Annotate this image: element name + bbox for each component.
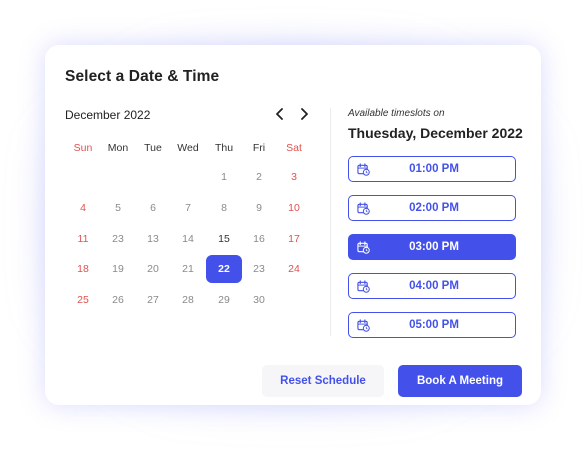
- column-divider: [330, 108, 331, 336]
- calendar-day[interactable]: 17: [276, 225, 312, 253]
- timeslot-label: 03:00 PM: [409, 241, 459, 253]
- calendar-day[interactable]: 25: [65, 286, 101, 314]
- available-timeslots-label: Available timeslots on: [348, 108, 445, 119]
- timeslot-button[interactable]: 01:00 PM: [348, 156, 516, 182]
- calendar-day[interactable]: 21: [170, 255, 206, 283]
- calendar-day[interactable]: 29: [206, 286, 242, 314]
- month-label: December 2022: [65, 108, 151, 122]
- calendar-day[interactable]: 20: [135, 255, 171, 283]
- next-month-button[interactable]: [296, 104, 312, 124]
- weekday-fri: Fri: [252, 142, 266, 154]
- calendar-day[interactable]: 15: [206, 225, 242, 253]
- calendar-day[interactable]: 11: [65, 225, 101, 253]
- calendar-day[interactable]: 3: [276, 163, 312, 191]
- calendar-day[interactable]: 6: [135, 194, 171, 222]
- calendar-day[interactable]: 2: [241, 163, 277, 191]
- calendar-day[interactable]: 9: [241, 194, 277, 222]
- timeslot-button[interactable]: 02:00 PM: [348, 195, 516, 221]
- weekday-tue: Tue: [144, 142, 162, 154]
- selected-date-heading: Thuesday, December 2022: [348, 125, 523, 141]
- calendar-day[interactable]: 27: [135, 286, 171, 314]
- calendar-day[interactable]: 5: [100, 194, 136, 222]
- chevron-right-icon: [301, 108, 308, 120]
- weekday-wed: Wed: [177, 142, 199, 154]
- calendar-day[interactable]: 18: [65, 255, 101, 283]
- calendar-day[interactable]: 28: [170, 286, 206, 314]
- calendar-day[interactable]: 22: [206, 255, 242, 283]
- page-title: Select a Date & Time: [65, 68, 220, 85]
- calendar-day[interactable]: 23: [241, 255, 277, 283]
- calendar-day[interactable]: 7: [170, 194, 206, 222]
- calendar-day[interactable]: 24: [276, 255, 312, 283]
- timeslot-label: 05:00 PM: [409, 319, 459, 331]
- calendar-day[interactable]: 8: [206, 194, 242, 222]
- weekday-sun: Sun: [73, 142, 93, 154]
- book-meeting-button[interactable]: Book A Meeting: [398, 365, 522, 397]
- calendar-day[interactable]: 4: [65, 194, 101, 222]
- timeslot-label: 02:00 PM: [409, 202, 459, 214]
- prev-month-button[interactable]: [272, 104, 288, 124]
- chevron-left-icon: [276, 108, 283, 120]
- timeslot-button[interactable]: 03:00 PM: [348, 234, 516, 260]
- calendar-day[interactable]: 10: [276, 194, 312, 222]
- weekday-thu: Thu: [214, 142, 234, 154]
- scheduler-card: Select a Date & Time December 2022 Sun Mo…: [45, 45, 541, 405]
- calendar-day[interactable]: 16: [241, 225, 277, 253]
- timeslot-button[interactable]: 04:00 PM: [348, 273, 516, 299]
- calendar-day[interactable]: 14: [170, 225, 206, 253]
- reset-schedule-button[interactable]: Reset Schedule: [262, 365, 384, 397]
- calendar-day[interactable]: 26: [100, 286, 136, 314]
- calendar-day[interactable]: 1: [206, 163, 242, 191]
- calendar-day[interactable]: 23: [100, 225, 136, 253]
- timeslot-label: 04:00 PM: [409, 280, 459, 292]
- timeslot-label: 01:00 PM: [409, 163, 459, 175]
- calendar-day[interactable]: 30: [241, 286, 277, 314]
- timeslot-button[interactable]: 05:00 PM: [348, 312, 516, 338]
- calendar-day[interactable]: 13: [135, 225, 171, 253]
- weekday-sat: Sat: [286, 142, 302, 154]
- weekday-mon: Mon: [107, 142, 129, 154]
- calendar-day[interactable]: 19: [100, 255, 136, 283]
